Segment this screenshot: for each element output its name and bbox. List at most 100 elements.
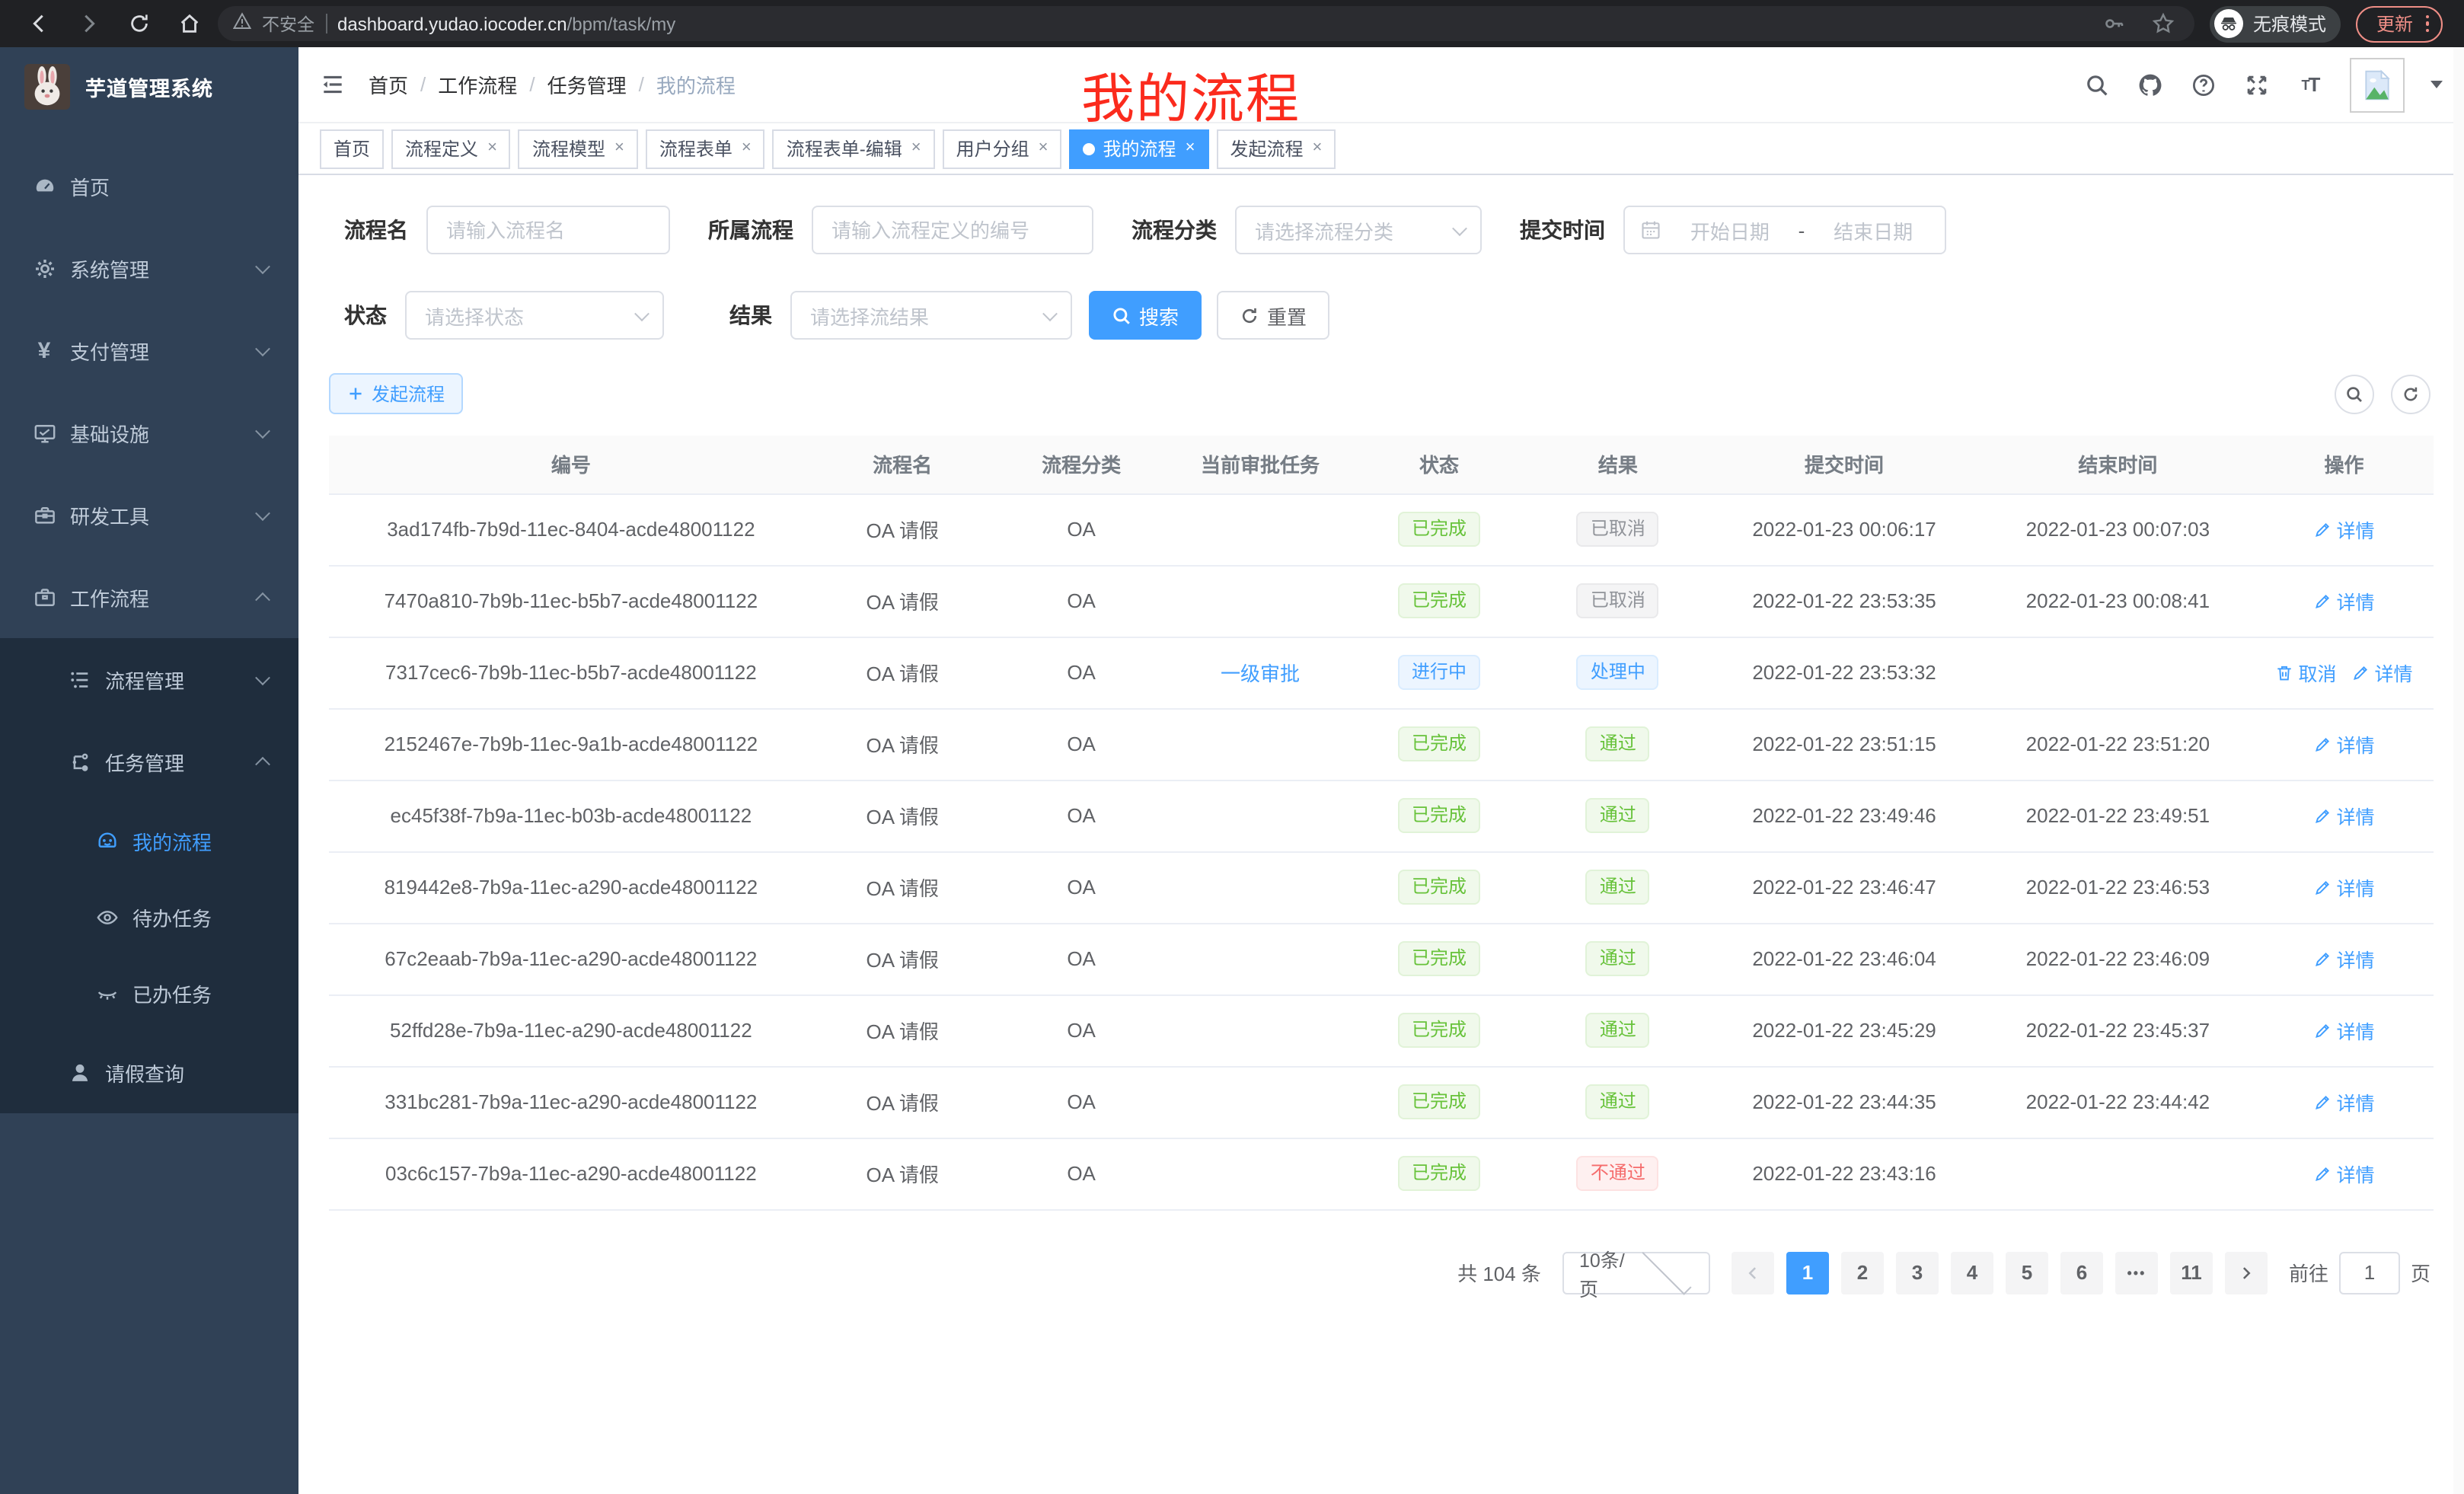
help-icon[interactable] (2190, 71, 2217, 98)
tab-我的流程[interactable]: 我的流程× (1070, 129, 1209, 168)
annotation-text: 我的流程 (1081, 56, 1301, 134)
action-label: 取消 (2298, 658, 2336, 687)
sidebar-collapse-icon[interactable] (317, 69, 347, 100)
edit-icon (2314, 1021, 2332, 1039)
sidebar-item-todo-tasks[interactable]: 待办任务 (0, 879, 298, 955)
goto-page-input[interactable] (2339, 1251, 2400, 1294)
search-icon[interactable] (2083, 71, 2111, 98)
pagination-page-11[interactable]: 11 (2170, 1251, 2213, 1294)
sidebar-item-infrastructure[interactable]: 基础设施 (0, 391, 298, 474)
pagination-page-3[interactable]: 3 (1896, 1251, 1939, 1294)
daterange-picker[interactable]: 开始日期 - 结束日期 (1623, 206, 1946, 254)
sidebar-item-done-tasks[interactable]: 已办任务 (0, 955, 298, 1031)
key-icon[interactable] (2101, 10, 2128, 37)
cell-end-time: 2022-01-22 23:46:53 (1981, 851, 2255, 923)
current-task-link[interactable]: 一级审批 (1221, 662, 1300, 685)
status-select[interactable]: 请选择状态 (405, 291, 664, 340)
pagination-page-4[interactable]: 4 (1951, 1251, 1993, 1294)
pagination-next-button[interactable] (2225, 1251, 2268, 1294)
action-detail-link[interactable]: 详情 (2314, 515, 2375, 544)
refresh-button[interactable] (2391, 374, 2430, 413)
pagination-more-button[interactable]: ••• (2115, 1251, 2158, 1294)
result-select[interactable]: 请选择流结果 (790, 291, 1072, 340)
font-size-icon[interactable]: TT (2296, 71, 2324, 98)
avatar-dropdown-icon[interactable] (2430, 81, 2443, 88)
breadcrumb-item[interactable]: 任务管理 (547, 70, 627, 99)
breadcrumb-item[interactable]: 首页 (369, 70, 408, 99)
tab-流程表单[interactable]: 流程表单× (646, 129, 765, 168)
navbar: 首页/工作流程/任务管理/我的流程 TT (298, 47, 2464, 123)
action-detail-link[interactable]: 详情 (2314, 1159, 2375, 1188)
sidebar-item-home[interactable]: 首页 (0, 145, 298, 227)
page-size-select[interactable]: 10条/页 (1562, 1251, 1710, 1294)
sidebar-item-system-manage[interactable]: 系统管理 (0, 227, 298, 309)
home-icon[interactable] (175, 10, 203, 37)
action-detail-link[interactable]: 详情 (2314, 586, 2375, 615)
tab-发起流程[interactable]: 发起流程× (1216, 129, 1336, 168)
action-detail-link[interactable]: 详情 (2314, 801, 2375, 830)
create-process-button[interactable]: 发起流程 (329, 373, 463, 414)
category-select[interactable]: 请选择流程分类 (1235, 206, 1482, 254)
pagination-page-2[interactable]: 2 (1841, 1251, 1884, 1294)
sidebar-item-leave-query[interactable]: 请假查询 (0, 1031, 298, 1113)
incognito-icon (2215, 9, 2244, 38)
action-detail-link[interactable]: 详情 (2314, 1016, 2375, 1045)
tab-流程表单-编辑[interactable]: 流程表单-编辑× (773, 129, 935, 168)
close-icon[interactable]: × (1312, 140, 1322, 157)
breadcrumb-separator: / (639, 73, 644, 96)
address-bar[interactable]: 不安全 dashboard.yudao.iocoder.cn/bpm/task/… (218, 6, 2195, 41)
sidebar-item-process-manage[interactable]: 流程管理 (0, 638, 298, 720)
filter-result: 结果 请选择流结果 (729, 291, 1072, 340)
sidebar-item-task-manage[interactable]: 任务管理 (0, 720, 298, 803)
app-logo[interactable]: 芋道管理系统 (0, 47, 298, 126)
action-detail-link[interactable]: 详情 (2352, 658, 2413, 687)
forward-icon[interactable] (75, 10, 102, 37)
close-icon[interactable]: × (911, 140, 921, 157)
pagination-page-5[interactable]: 5 (2006, 1251, 2048, 1294)
close-icon[interactable]: × (1186, 140, 1195, 157)
github-icon[interactable] (2137, 71, 2164, 98)
fullscreen-icon[interactable] (2243, 71, 2271, 98)
star-icon[interactable] (2150, 10, 2177, 37)
reload-icon[interactable] (125, 10, 152, 37)
sidebar-item-my-process[interactable]: 我的流程 (0, 803, 298, 879)
sidebar-item-label: 系统管理 (70, 254, 149, 283)
pagination-page-1[interactable]: 1 (1786, 1251, 1829, 1294)
reset-button[interactable]: 重置 (1217, 291, 1329, 340)
action-detail-link[interactable]: 详情 (2314, 1087, 2375, 1116)
action-detail-link[interactable]: 详情 (2314, 873, 2375, 902)
tab-流程模型[interactable]: 流程模型× (519, 129, 638, 168)
action-cancel-link[interactable]: 取消 (2275, 658, 2336, 687)
tab-首页[interactable]: 首页 (320, 129, 384, 168)
cell-status: 已完成 (1350, 1138, 1529, 1209)
back-icon[interactable] (24, 10, 52, 37)
close-icon[interactable]: × (487, 140, 497, 157)
sidebar-item-dev-tools[interactable]: 研发工具 (0, 474, 298, 556)
tab-用户分组[interactable]: 用户分组× (943, 129, 1062, 168)
avatar[interactable] (2350, 57, 2405, 112)
sidebar-item-workflow[interactable]: 工作流程 (0, 556, 298, 638)
cell-end-time (1981, 637, 2255, 708)
action-detail-link[interactable]: 详情 (2314, 944, 2375, 973)
action-detail-link[interactable]: 详情 (2314, 729, 2375, 758)
close-icon[interactable]: × (1039, 140, 1048, 157)
process-input[interactable] (812, 206, 1093, 254)
scrollbar[interactable] (2453, 47, 2464, 1494)
pagination-page-6[interactable]: 6 (2060, 1251, 2103, 1294)
name-input[interactable] (426, 206, 670, 254)
user-icon (67, 1060, 91, 1084)
close-icon[interactable]: × (742, 140, 752, 157)
browser-update-button[interactable]: 更新 (2357, 5, 2443, 42)
browser-nav-buttons (24, 10, 203, 37)
browser-menu-icon[interactable] (2425, 15, 2429, 33)
sidebar-item-payment-manage[interactable]: ¥支付管理 (0, 309, 298, 391)
tab-流程定义[interactable]: 流程定义× (391, 129, 511, 168)
search-button[interactable]: 搜索 (1089, 291, 1202, 340)
status-badge: 已完成 (1398, 1084, 1480, 1119)
cell-category: OA (992, 994, 1171, 1066)
close-icon[interactable]: × (614, 140, 624, 157)
breadcrumb-item[interactable]: 工作流程 (438, 70, 517, 99)
time-label: 提交时间 (1520, 215, 1605, 245)
toggle-search-button[interactable] (2335, 374, 2374, 413)
cell-id: 03c6c157-7b9a-11ec-a290-acde48001122 (329, 1138, 813, 1209)
